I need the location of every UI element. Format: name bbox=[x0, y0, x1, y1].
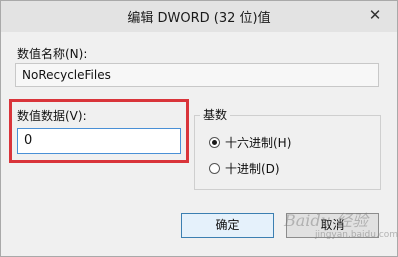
radio-decimal-label[interactable]: 十进制(D) bbox=[225, 160, 280, 177]
close-icon: ✕ bbox=[368, 6, 382, 24]
title-bar: 编辑 DWORD (32 位)值 ✕ bbox=[1, 1, 397, 32]
value-name-field: NoRecycleFiles bbox=[15, 63, 379, 87]
value-name-label: 数值名称(N): bbox=[17, 47, 88, 61]
radio-hexadecimal[interactable] bbox=[209, 137, 220, 148]
radio-hexadecimal-label[interactable]: 十六进制(H) bbox=[225, 134, 291, 151]
radio-decimal[interactable] bbox=[209, 163, 220, 174]
base-groupbox bbox=[194, 115, 381, 190]
close-button[interactable]: ✕ bbox=[361, 5, 389, 25]
base-group-title: 基数 bbox=[200, 106, 231, 123]
value-data-input[interactable]: 0 bbox=[17, 128, 181, 154]
edit-dword-dialog: 编辑 DWORD (32 位)值 ✕ 数值名称(N): NoRecycleFil… bbox=[0, 0, 398, 257]
value-data-label: 数值数据(V): bbox=[17, 109, 87, 123]
baidu-watermark: Baidu 经验 bbox=[284, 211, 369, 230]
window-title: 编辑 DWORD (32 位)值 bbox=[127, 11, 271, 26]
ok-button[interactable]: 确定 bbox=[181, 213, 274, 238]
baidu-watermark-url: jingyan.baidu.com bbox=[315, 230, 398, 240]
